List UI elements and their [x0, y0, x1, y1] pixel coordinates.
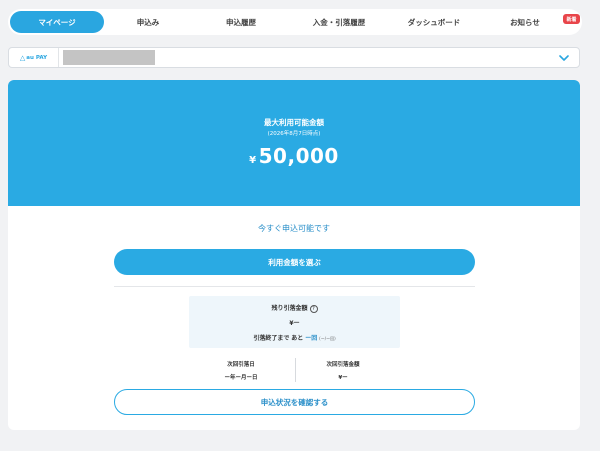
remaining-until: 引落終了まで あと ー回 (ー/ー回)	[189, 333, 400, 342]
until-mid: あと	[291, 335, 304, 342]
nav-item-mypage[interactable]: マイページ	[10, 11, 104, 33]
remaining-value: ¥ー	[289, 320, 300, 327]
divider	[114, 286, 475, 287]
next-amount-value: ¥ー	[338, 375, 348, 381]
next-date-label: 次回引落日	[227, 362, 255, 368]
nav-item-apply[interactable]: 申込み	[104, 11, 192, 33]
select-amount-button[interactable]: 利用金額を選ぶ	[114, 249, 475, 275]
amount-value: 50,000	[258, 144, 339, 168]
nav-item-notices[interactable]: お知らせ	[480, 11, 570, 33]
currency-symbol: ¥	[249, 155, 257, 166]
hero-date: (2026年8月7日時点)	[267, 131, 321, 137]
remaining-label-text: 残り引落金額	[271, 305, 308, 312]
remaining-label: 残り引落金額?	[189, 303, 400, 313]
hero-title: 最大利用可能金額	[264, 118, 324, 127]
redacted-account-name	[63, 50, 155, 65]
help-icon[interactable]: ?	[309, 304, 318, 313]
nav-item-dashboard[interactable]: ダッシュボード	[388, 11, 480, 33]
hero-banner: 最大利用可能金額 (2026年8月7日時点) ¥50,000	[8, 80, 580, 206]
main-card: 最大利用可能金額 (2026年8月7日時点) ¥50,000 今すぐ申込可能です…	[8, 80, 580, 430]
top-nav: マイページ 申込み 申込履歴 入金・引落履歴 ダッシュボード お知らせ 新着	[8, 9, 582, 35]
next-date-block: 次回引落日 ー年ー月ー日	[186, 360, 296, 381]
triangle-logo-icon: △	[19, 53, 26, 62]
next-date-value: ー年ー月ー日	[224, 375, 258, 381]
check-status-button[interactable]: 申込状況を確認する	[114, 389, 475, 415]
max-amount: ¥50,000	[8, 144, 580, 168]
account-selector[interactable]: △ au PAY	[8, 47, 580, 68]
available-status: 今すぐ申込可能です	[258, 224, 330, 233]
next-amount-block: 次回引落金額 ¥ー	[288, 360, 398, 381]
chevron-down-icon[interactable]	[559, 53, 569, 63]
remaining-box: 残り引落金額? ¥ー 引落終了まで あと ー回 (ー/ー回)	[189, 296, 400, 348]
remaining-count: ー回	[305, 335, 318, 342]
remaining-count-sub: (ー/ー回)	[319, 336, 336, 341]
nav-item-history[interactable]: 申込履歴	[192, 11, 290, 33]
nav-item-payment-history[interactable]: 入金・引落履歴	[290, 11, 388, 33]
new-badge: 新着	[563, 14, 580, 24]
brand-name: au PAY	[26, 54, 48, 61]
brand-logo: △ au PAY	[9, 48, 59, 67]
next-amount-label: 次回引落金額	[326, 362, 360, 368]
until-prefix: 引落終了まで	[253, 335, 290, 342]
